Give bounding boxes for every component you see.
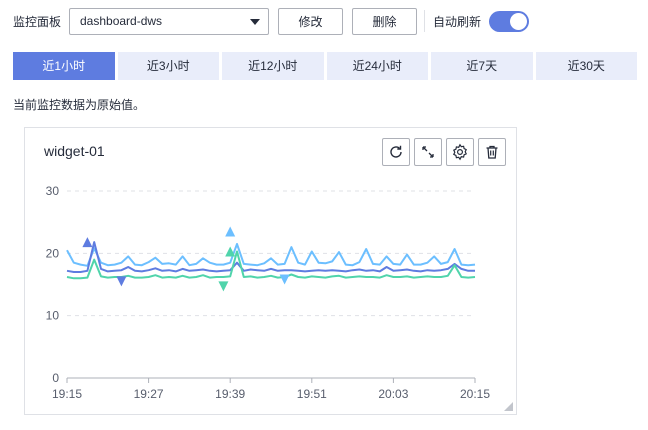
tab-30-days[interactable]: 近30天 — [535, 52, 637, 80]
peak-marker — [82, 237, 93, 248]
widget-card: widget-01 0 10 20 30 19:15 19:27 19:39 19:51 20:… — [24, 127, 517, 415]
tab-3-hours[interactable]: 近3小时 — [117, 52, 219, 80]
x-tick-label: 19:15 — [52, 387, 82, 401]
peak-marker — [225, 226, 236, 237]
x-tick-label: 20:03 — [378, 387, 408, 401]
panel-select[interactable]: dashboard-dws — [69, 8, 269, 35]
y-tick-label: 30 — [46, 184, 60, 198]
valley-marker — [218, 281, 229, 292]
resize-handle[interactable] — [504, 402, 513, 411]
modify-button[interactable]: 修改 — [278, 8, 343, 35]
y-tick-label: 20 — [46, 246, 60, 260]
valley-marker — [279, 274, 290, 285]
data-hint: 当前监控数据为原始值。 — [13, 98, 146, 112]
tab-24-hours[interactable]: 近24小时 — [326, 52, 428, 80]
line-chart: 0 10 20 30 19:15 19:27 19:39 19:51 20:03 20:15 — [46, 184, 491, 401]
chevron-down-icon — [250, 19, 260, 25]
y-tick-label: 10 — [46, 309, 60, 323]
tab-7-days[interactable]: 近7天 — [431, 52, 533, 80]
auto-refresh-label: 自动刷新 — [433, 15, 482, 29]
x-tick-label: 20:15 — [460, 387, 490, 401]
dashboard-toolbar: 监控面板 dashboard-dws 修改 删除 自动刷新 — [13, 8, 633, 36]
x-tick-label: 19:27 — [134, 387, 164, 401]
time-range-tabs: 近1小时 近3小时 近12小时 近24小时 近7天 近30天 — [13, 52, 637, 80]
auto-refresh-toggle[interactable] — [489, 11, 529, 32]
x-tick-label: 19:51 — [297, 387, 327, 401]
series-line — [66, 243, 476, 267]
tab-1-hour[interactable]: 近1小时 — [13, 52, 115, 80]
valley-marker — [116, 276, 127, 287]
x-tick-label: 19:39 — [215, 387, 245, 401]
toggle-knob — [510, 13, 527, 30]
toolbar-divider — [424, 10, 425, 32]
panel-label: 监控面板 — [13, 15, 62, 29]
delete-button[interactable]: 删除 — [352, 8, 417, 35]
y-tick-label: 0 — [52, 371, 59, 385]
tab-12-hours[interactable]: 近12小时 — [222, 52, 324, 80]
panel-select-value: dashboard-dws — [80, 14, 163, 28]
